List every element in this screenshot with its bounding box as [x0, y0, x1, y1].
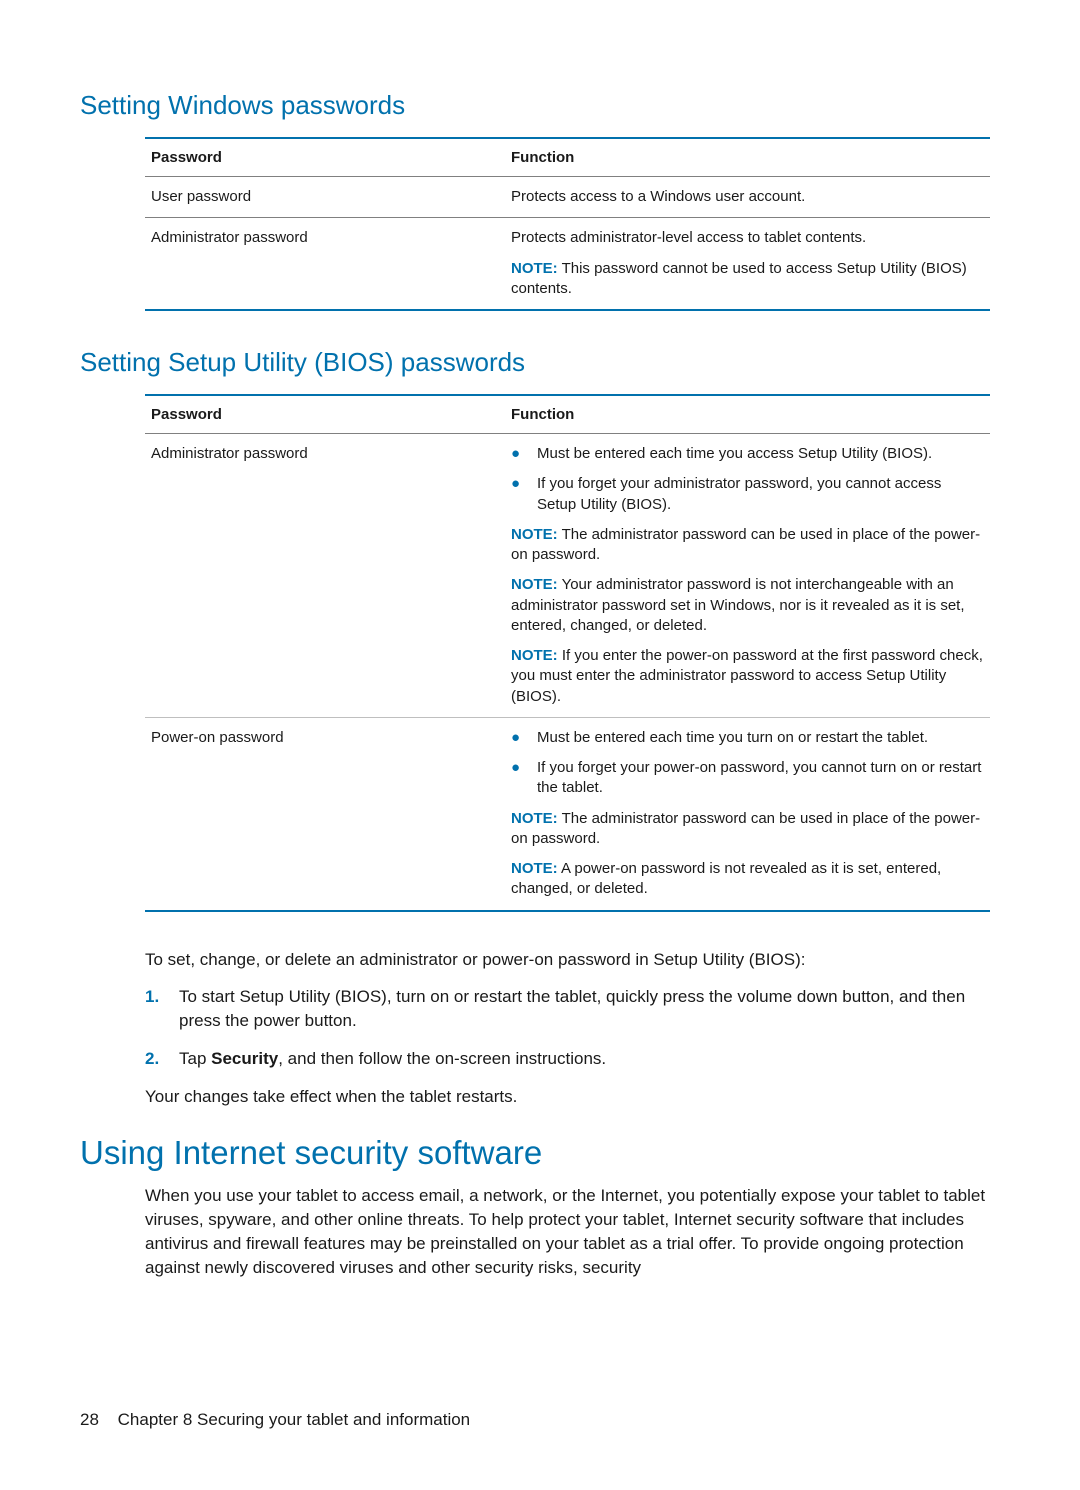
page-footer: 28 Chapter 8 Securing your tablet and in… [80, 1410, 990, 1430]
list-item: ● If you forget your administrator passw… [511, 474, 984, 515]
note-label: NOTE: [511, 647, 558, 664]
list-item-text: To start Setup Utility (BIOS), turn on o… [179, 985, 990, 1033]
bullet-icon: ● [511, 444, 537, 464]
col-header-password: Password [145, 139, 505, 176]
list-item: ● If you forget your power-on password, … [511, 758, 984, 799]
list-item-text: Must be entered each time you access Set… [537, 444, 932, 464]
bullet-icon: ● [511, 474, 537, 515]
table-header-row: Password Function [145, 139, 990, 176]
note-block: NOTE: Your administrator password is not… [511, 575, 984, 636]
list-item: 2. Tap Security, and then follow the on-… [145, 1047, 990, 1071]
col-header-function: Function [505, 396, 990, 433]
table-bios-passwords: Password Function Administrator password… [145, 394, 990, 912]
note-label: NOTE: [511, 860, 558, 877]
cell-password-name: Power-on password [145, 718, 505, 910]
text-bold: Security [211, 1049, 278, 1068]
note-text: This password cannot be used to access S… [511, 260, 967, 297]
note-text: Your administrator password is not inter… [511, 576, 965, 634]
document-page: Setting Windows passwords Password Funct… [0, 0, 1080, 1490]
note-block: NOTE: If you enter the power-on password… [511, 646, 984, 707]
note-label: NOTE: [511, 576, 558, 593]
note-text: If you enter the power-on password at th… [511, 647, 983, 705]
cell-password-name: User password [145, 177, 505, 217]
note-block: NOTE: This password cannot be used to ac… [511, 259, 984, 300]
instructions-block: To set, change, or delete an administrat… [145, 948, 990, 1109]
heading-bios-passwords: Setting Setup Utility (BIOS) passwords [80, 347, 990, 378]
section-body: When you use your tablet to access email… [145, 1184, 990, 1279]
col-header-password: Password [145, 396, 505, 433]
cell-text: Protects administrator-level access to t… [511, 228, 984, 248]
bullet-icon: ● [511, 728, 537, 748]
cell-password-name: Administrator password [145, 218, 505, 309]
instructions-intro: To set, change, or delete an administrat… [145, 948, 990, 972]
list-item-text: Must be entered each time you turn on or… [537, 728, 928, 748]
paragraph: When you use your tablet to access email… [145, 1184, 990, 1279]
heading-windows-passwords: Setting Windows passwords [80, 90, 990, 121]
note-block: NOTE: The administrator password can be … [511, 809, 984, 850]
text-fragment: , and then follow the on-screen instruct… [278, 1049, 606, 1068]
table-row: Administrator password ● Must be entered… [145, 433, 990, 717]
note-label: NOTE: [511, 260, 558, 277]
list-item: ● Must be entered each time you access S… [511, 444, 984, 464]
table-windows-passwords: Password Function User password Protects… [145, 137, 990, 311]
table-row: Administrator password Protects administ… [145, 217, 990, 309]
note-block: NOTE: A power-on password is not reveale… [511, 859, 984, 900]
chapter-title: Chapter 8 Securing your tablet and infor… [118, 1410, 470, 1429]
list-item: 1. To start Setup Utility (BIOS), turn o… [145, 985, 990, 1033]
instructions-outro: Your changes take effect when the tablet… [145, 1085, 990, 1109]
table-row: User password Protects access to a Windo… [145, 176, 990, 217]
note-label: NOTE: [511, 810, 558, 827]
note-label: NOTE: [511, 526, 558, 543]
cell-password-function: Protects access to a Windows user accoun… [505, 177, 990, 217]
heading-internet-security: Using Internet security software [80, 1134, 990, 1172]
ordered-list: 1. To start Setup Utility (BIOS), turn o… [145, 985, 990, 1070]
note-block: NOTE: The administrator password can be … [511, 525, 984, 566]
list-item-text: If you forget your administrator passwor… [537, 474, 984, 515]
list-number: 1. [145, 985, 179, 1033]
cell-password-function: Protects administrator-level access to t… [505, 218, 990, 309]
col-header-function: Function [505, 139, 990, 176]
list-item-text: Tap Security, and then follow the on-scr… [179, 1047, 606, 1071]
list-item: ● Must be entered each time you turn on … [511, 728, 984, 748]
note-text: A power-on password is not revealed as i… [511, 860, 941, 897]
cell-password-name: Administrator password [145, 434, 505, 717]
text-fragment: Tap [179, 1049, 211, 1068]
list-number: 2. [145, 1047, 179, 1071]
table-header-row: Password Function [145, 396, 990, 433]
list-item-text: If you forget your power-on password, yo… [537, 758, 984, 799]
table-row: Power-on password ● Must be entered each… [145, 717, 990, 910]
page-number: 28 [80, 1410, 99, 1429]
note-text: The administrator password can be used i… [511, 526, 980, 563]
cell-password-function: ● Must be entered each time you turn on … [505, 718, 990, 910]
bullet-icon: ● [511, 758, 537, 799]
note-text: The administrator password can be used i… [511, 810, 980, 847]
cell-password-function: ● Must be entered each time you access S… [505, 434, 990, 717]
